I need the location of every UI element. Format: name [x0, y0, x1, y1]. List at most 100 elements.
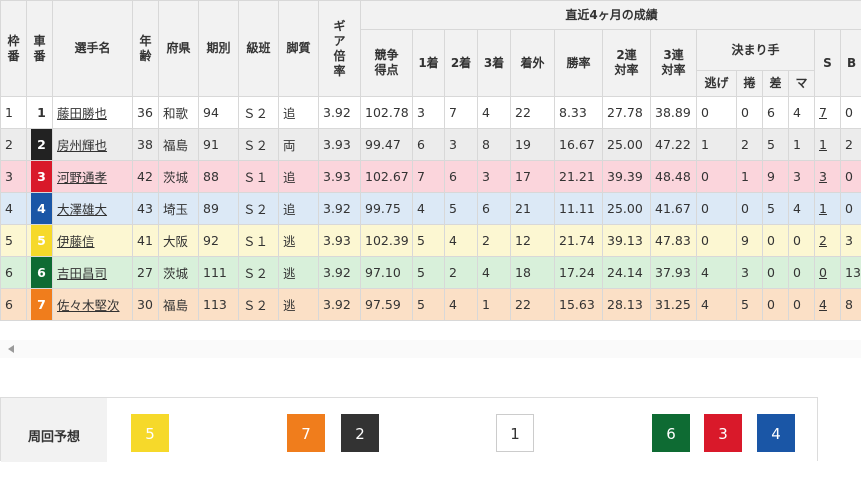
age-cell: 30 — [133, 289, 159, 321]
waku-cell: 3 — [1, 161, 27, 193]
gear-cell: 3.92 — [319, 257, 361, 289]
second-cell: 7 — [445, 97, 478, 129]
out-cell: 22 — [511, 97, 555, 129]
style-cell: 追 — [279, 193, 319, 225]
out-cell: 17 — [511, 161, 555, 193]
car-number-badge: 4 — [31, 193, 52, 224]
car-number-badge: 1 — [31, 97, 52, 128]
first-cell: 7 — [413, 161, 445, 193]
style-cell: 追 — [279, 97, 319, 129]
gear-cell: 3.93 — [319, 225, 361, 257]
s-count-link[interactable]: 1 — [819, 137, 827, 152]
s-count-link[interactable]: 1 — [819, 201, 827, 216]
sashi-cell: 9 — [763, 161, 789, 193]
rider-name-link[interactable]: 伊藤信 — [57, 234, 95, 249]
pref-cell: 和歌 — [159, 97, 199, 129]
s-count-link[interactable]: 3 — [819, 169, 827, 184]
col-nige: 逃げ — [697, 71, 737, 97]
win-cell: 21.21 — [555, 161, 603, 193]
s-cell[interactable]: 7 — [815, 97, 841, 129]
term-cell: 91 — [199, 129, 239, 161]
age-cell: 43 — [133, 193, 159, 225]
car-number-badge: 3 — [31, 161, 52, 192]
rider-name-cell[interactable]: 房州輝也 — [53, 129, 133, 161]
forecast-car-box: 6 — [652, 414, 690, 452]
sashi-cell: 0 — [763, 257, 789, 289]
out-cell: 22 — [511, 289, 555, 321]
third-cell: 8 — [478, 129, 511, 161]
s-count-link[interactable]: 4 — [819, 297, 827, 312]
class-cell: Ｓ２ — [239, 193, 279, 225]
style-cell: 逃 — [279, 257, 319, 289]
col-score: 競争得点 — [361, 30, 413, 97]
col-out: 着外 — [511, 30, 555, 97]
scroll-left-icon[interactable] — [8, 345, 14, 353]
rider-name-cell[interactable]: 吉田昌司 — [53, 257, 133, 289]
score-cell: 99.47 — [361, 129, 413, 161]
rider-name-cell[interactable]: 藤田勝也 — [53, 97, 133, 129]
col-s: S — [815, 30, 841, 97]
class-cell: Ｓ２ — [239, 257, 279, 289]
third-cell: 3 — [478, 161, 511, 193]
mark-cell: 0 — [789, 257, 815, 289]
s-count-link[interactable]: 7 — [819, 105, 827, 120]
nige-cell: 1 — [697, 129, 737, 161]
col-pref: 府県 — [159, 1, 199, 97]
pref-cell: 福島 — [159, 289, 199, 321]
col-recent: 直近4ヶ月の成績 — [361, 1, 861, 30]
s-count-link[interactable]: 2 — [819, 233, 827, 248]
rider-name-cell[interactable]: 佐々木堅次 — [53, 289, 133, 321]
s-count-link[interactable]: 0 — [819, 265, 827, 280]
col-gear: ギア倍率 — [319, 1, 361, 97]
class-cell: Ｓ２ — [239, 129, 279, 161]
s-cell[interactable]: 3 — [815, 161, 841, 193]
pref-cell: 埼玉 — [159, 193, 199, 225]
waku-cell: 1 — [1, 97, 27, 129]
second-cell: 5 — [445, 193, 478, 225]
class-cell: Ｓ１ — [239, 161, 279, 193]
col-age: 年齢 — [133, 1, 159, 97]
ren3-cell: 48.48 — [651, 161, 697, 193]
rider-name-cell[interactable]: 伊藤信 — [53, 225, 133, 257]
nige-cell: 0 — [697, 97, 737, 129]
waku-cell: 6 — [1, 257, 27, 289]
col-sashi: 差 — [763, 71, 789, 97]
s-cell[interactable]: 2 — [815, 225, 841, 257]
third-cell: 4 — [478, 97, 511, 129]
rider-name-cell[interactable]: 大澤雄大 — [53, 193, 133, 225]
s-cell[interactable]: 4 — [815, 289, 841, 321]
b-cell: 0 — [841, 97, 861, 129]
ren3-cell: 38.89 — [651, 97, 697, 129]
rider-name-link[interactable]: 大澤雄大 — [57, 202, 107, 217]
s-cell[interactable]: 1 — [815, 129, 841, 161]
entry-table: 枠番 車番 選手名 年齢 府県 期別 級班 脚質 ギア倍率 直近4ヶ月の成績 競… — [0, 0, 861, 321]
rider-name-cell[interactable]: 河野通孝 — [53, 161, 133, 193]
s-cell[interactable]: 0 — [815, 257, 841, 289]
s-cell[interactable]: 1 — [815, 193, 841, 225]
ren3-cell: 47.22 — [651, 129, 697, 161]
rider-name-link[interactable]: 佐々木堅次 — [57, 298, 120, 313]
rider-name-link[interactable]: 房州輝也 — [57, 138, 107, 153]
win-cell: 17.24 — [555, 257, 603, 289]
pref-cell: 茨城 — [159, 257, 199, 289]
rider-name-link[interactable]: 吉田昌司 — [57, 266, 107, 281]
gear-cell: 3.93 — [319, 129, 361, 161]
col-win: 勝率 — [555, 30, 603, 97]
ren3-cell: 37.93 — [651, 257, 697, 289]
win-cell: 8.33 — [555, 97, 603, 129]
rider-name-link[interactable]: 藤田勝也 — [57, 106, 107, 121]
sashi-cell: 6 — [763, 97, 789, 129]
pref-cell: 大阪 — [159, 225, 199, 257]
win-cell: 15.63 — [555, 289, 603, 321]
win-cell: 21.74 — [555, 225, 603, 257]
ren3-cell: 31.25 — [651, 289, 697, 321]
horizontal-scrollbar[interactable] — [0, 340, 861, 358]
rider-name-link[interactable]: 河野通孝 — [57, 170, 107, 185]
car-number-cell: 4 — [27, 193, 53, 225]
gear-cell: 3.92 — [319, 97, 361, 129]
gear-cell: 3.92 — [319, 193, 361, 225]
score-cell: 102.39 — [361, 225, 413, 257]
col-second: 2着 — [445, 30, 478, 97]
table-row: 11藤田勝也36和歌94Ｓ２追3.92102.78374228.3327.783… — [1, 97, 861, 129]
second-cell: 3 — [445, 129, 478, 161]
